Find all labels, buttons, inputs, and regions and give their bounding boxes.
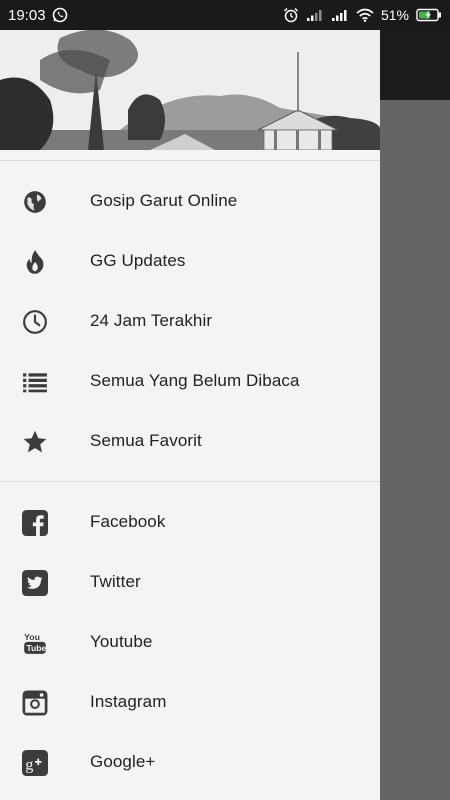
menu-item-google-plus[interactable]: g Google+ bbox=[0, 732, 380, 792]
menu-item-label: GG Updates bbox=[90, 251, 186, 270]
menu-item-24-jam-terakhir[interactable]: 24 Jam Terakhir bbox=[0, 291, 380, 351]
menu-item-semua-favorit[interactable]: Semua Favorit bbox=[0, 411, 380, 471]
battery-percent: 51% bbox=[380, 7, 409, 23]
google-plus-icon: g bbox=[22, 750, 48, 776]
svg-text:g: g bbox=[25, 756, 33, 774]
app-bar-background bbox=[380, 30, 450, 100]
menu-item-label: Google+ bbox=[90, 752, 156, 771]
main-menu: Gosip Garut Online GG Updates 24 Jam Ter… bbox=[0, 161, 380, 471]
youtube-icon: You Tube bbox=[22, 630, 48, 656]
menu-item-label: Semua Yang Belum Dibaca bbox=[90, 371, 300, 390]
list-icon bbox=[22, 369, 48, 395]
signal-icon bbox=[306, 8, 324, 22]
drawer-header-image bbox=[0, 30, 380, 150]
drawer-scrim[interactable] bbox=[380, 100, 450, 800]
status-time: 19:03 bbox=[8, 6, 46, 24]
navigation-drawer: Gosip Garut Online GG Updates 24 Jam Ter… bbox=[0, 30, 380, 800]
menu-item-gg-updates[interactable]: GG Updates bbox=[0, 231, 380, 291]
menu-item-label: Instagram bbox=[90, 692, 167, 711]
star-icon bbox=[22, 429, 48, 455]
wifi-icon bbox=[356, 8, 374, 22]
twitter-icon bbox=[22, 570, 48, 596]
menu-item-facebook[interactable]: Facebook bbox=[0, 492, 380, 552]
battery-icon bbox=[416, 8, 442, 22]
menu-item-gosip-garut-online[interactable]: Gosip Garut Online bbox=[0, 171, 380, 231]
menu-item-semua-yang-belum-dibaca[interactable]: Semua Yang Belum Dibaca bbox=[0, 351, 380, 411]
header-photo bbox=[0, 30, 380, 150]
social-menu: Facebook Twitter You Tube Youtube Instagr… bbox=[0, 482, 380, 792]
menu-item-instagram[interactable]: Instagram bbox=[0, 672, 380, 732]
menu-item-twitter[interactable]: Twitter bbox=[0, 552, 380, 612]
alarm-icon bbox=[283, 7, 299, 23]
svg-text:You: You bbox=[24, 632, 40, 642]
menu-item-label: Gosip Garut Online bbox=[90, 191, 238, 210]
clock-icon bbox=[22, 309, 48, 335]
menu-item-label: Youtube bbox=[90, 632, 153, 651]
flame-icon bbox=[22, 249, 48, 275]
menu-item-youtube[interactable]: You Tube Youtube bbox=[0, 612, 380, 672]
globe-icon bbox=[22, 189, 48, 215]
menu-item-label: Semua Favorit bbox=[90, 431, 202, 450]
menu-item-label: 24 Jam Terakhir bbox=[90, 311, 213, 330]
menu-item-label: Twitter bbox=[90, 572, 141, 591]
signal-icon bbox=[331, 8, 349, 22]
menu-item-label: Facebook bbox=[90, 512, 166, 531]
instagram-icon bbox=[22, 690, 48, 716]
facebook-icon bbox=[22, 510, 48, 536]
svg-text:Tube: Tube bbox=[26, 643, 46, 653]
whatsapp-icon bbox=[52, 7, 68, 23]
status-bar: 19:03 51% bbox=[0, 0, 450, 30]
